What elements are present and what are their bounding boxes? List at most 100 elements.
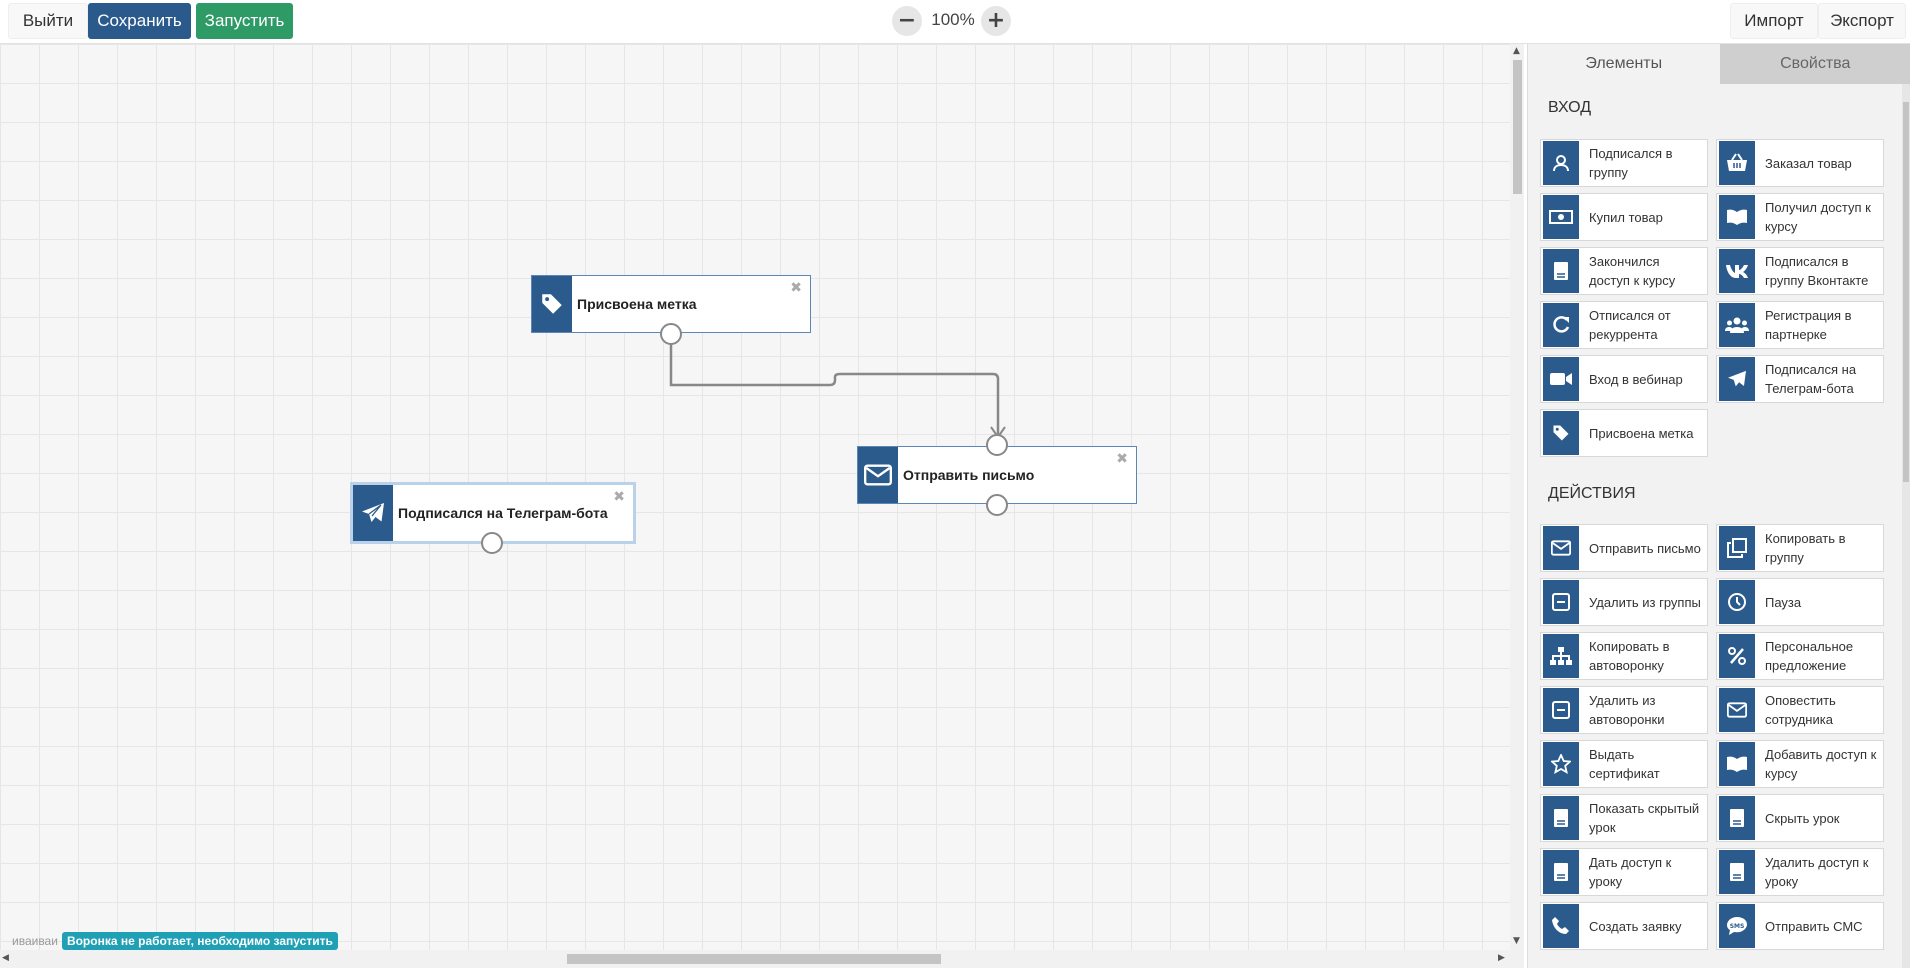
- panel-item-label: Пауза: [1765, 594, 1802, 610]
- funnel-name: иваиваи: [12, 934, 58, 948]
- envelope-icon: [1543, 526, 1579, 570]
- panel-item[interactable]: Удалить доступ к уроку: [1716, 848, 1884, 896]
- panel-item-label: Персональное предложение: [1765, 639, 1854, 673]
- scroll-right-icon[interactable]: ▶: [1498, 953, 1505, 963]
- percent-icon: [1719, 634, 1755, 678]
- panel-item[interactable]: Создать заявку: [1540, 902, 1708, 950]
- panel-item[interactable]: Оповестить сотрудника: [1716, 686, 1884, 734]
- node-close-button[interactable]: ✖: [613, 489, 625, 505]
- panel-item[interactable]: Купил товар: [1540, 193, 1708, 241]
- panel-item[interactable]: Удалить из автоворонки: [1540, 686, 1708, 734]
- panel-item-label: Подписался в группу: [1589, 146, 1673, 180]
- panel-item[interactable]: SMS Отправить СМС: [1716, 902, 1884, 950]
- panel-scrollbar[interactable]: [1902, 84, 1910, 968]
- money-icon: [1543, 195, 1579, 239]
- panel-item-label: Дать доступ к уроку: [1589, 855, 1672, 889]
- node-label: Подписался на Телеграм-бота: [398, 505, 608, 521]
- save-button[interactable]: Сохранить: [88, 3, 191, 39]
- panel-item[interactable]: Заказал товар: [1716, 139, 1884, 187]
- panel-item[interactable]: Закончился доступ к курсу: [1540, 247, 1708, 295]
- panel-item[interactable]: Подписался на Телеграм-бота: [1716, 355, 1884, 403]
- tag-icon: [1543, 411, 1579, 455]
- node-output-port[interactable]: [660, 323, 682, 345]
- scrollbar-thumb[interactable]: [1513, 60, 1522, 194]
- exit-button[interactable]: Выйти: [8, 3, 88, 39]
- panel-item-label: Закончился доступ к курсу: [1589, 254, 1676, 288]
- scrollbar-thumb[interactable]: [1903, 102, 1909, 482]
- node-close-button[interactable]: ✖: [1116, 451, 1128, 467]
- panel-item[interactable]: Вход в вебинар: [1540, 355, 1708, 403]
- import-button[interactable]: Импорт: [1730, 3, 1818, 39]
- panel-item[interactable]: Персональное предложение: [1716, 632, 1884, 680]
- phone-icon: [1543, 904, 1579, 948]
- node-output-port[interactable]: [986, 494, 1008, 516]
- scroll-down-icon[interactable]: ▼: [1513, 936, 1520, 946]
- connection-layer: [669, 334, 1006, 439]
- refresh-icon: [1543, 303, 1579, 347]
- node-output-port[interactable]: [481, 532, 503, 554]
- elements-panel: Элементы Свойства ВХОД Подписался в груп…: [1527, 44, 1910, 968]
- panel-item[interactable]: Копировать в группу: [1716, 524, 1884, 572]
- tag-icon: [532, 276, 572, 332]
- funnel-canvas[interactable]: Присвоена метка ✖ Отправить письмо ✖ Под…: [0, 44, 1510, 968]
- panel-item[interactable]: Подписался в группу: [1540, 139, 1708, 187]
- panel-item[interactable]: Подписался в группу Вконтакте: [1716, 247, 1884, 295]
- node-close-button[interactable]: ✖: [790, 280, 802, 296]
- scroll-left-icon[interactable]: ◀: [2, 953, 9, 963]
- lesson-icon: [1543, 850, 1579, 894]
- envelope-icon: [1719, 688, 1755, 732]
- scroll-up-icon[interactable]: ▲: [1513, 46, 1520, 56]
- panel-item[interactable]: Выдать сертификат: [1540, 740, 1708, 788]
- envelope-icon: [858, 447, 898, 503]
- panel-item[interactable]: Получил доступ к курсу: [1716, 193, 1884, 241]
- zoom-out-button[interactable]: −: [892, 6, 922, 36]
- panel-item[interactable]: Скрыть урок: [1716, 794, 1884, 842]
- funnel-status-bar: иваиваи Воронка не работает, необходимо …: [12, 932, 338, 950]
- panel-item[interactable]: Регистрация в партнерке: [1716, 301, 1884, 349]
- export-button[interactable]: Экспорт: [1818, 3, 1906, 39]
- panel-item-label: Удалить доступ к уроку: [1765, 855, 1869, 889]
- panel-item[interactable]: Добавить доступ к курсу: [1716, 740, 1884, 788]
- clock-icon: [1719, 580, 1755, 624]
- top-toolbar: Выйти Сохранить Запустить − 100% + Импор…: [0, 0, 1910, 44]
- panel-tabs: Элементы Свойства: [1528, 44, 1910, 84]
- panel-item-label: Купил товар: [1589, 209, 1663, 225]
- panel-item[interactable]: Отправить письмо: [1540, 524, 1708, 572]
- connection-line[interactable]: [669, 334, 1000, 434]
- zoom-in-button[interactable]: +: [981, 6, 1011, 36]
- copy-icon: [1719, 526, 1755, 570]
- panel-item-label: Получил доступ к курсу: [1765, 200, 1871, 234]
- book-icon: [1719, 195, 1755, 239]
- canvas-horizontal-scrollbar[interactable]: ◀ ▶: [0, 950, 1510, 968]
- panel-item[interactable]: Копировать в автоворонку: [1540, 632, 1708, 680]
- panel-item-label: Оповестить сотрудника: [1765, 693, 1836, 727]
- canvas-vertical-scrollbar[interactable]: ▲ ▼: [1510, 44, 1524, 968]
- book-icon: [1719, 742, 1755, 786]
- panel-item[interactable]: Удалить из группы: [1540, 578, 1708, 626]
- panel-item[interactable]: Отписался от рекуррента: [1540, 301, 1708, 349]
- tab-elements[interactable]: Элементы: [1528, 44, 1720, 84]
- lesson-icon: [1719, 796, 1755, 840]
- telegram-icon: [353, 485, 393, 541]
- panel-item[interactable]: Пауза: [1716, 578, 1884, 626]
- panel-item-label: Удалить из автоворонки: [1589, 693, 1665, 727]
- user-icon: [1543, 141, 1579, 185]
- zoom-level: 100%: [931, 10, 975, 29]
- status-badge: Воронка не работает, необходимо запустит…: [61, 932, 338, 950]
- lesson-icon: [1719, 850, 1755, 894]
- panel-item[interactable]: Присвоена метка: [1540, 409, 1708, 457]
- panel-item[interactable]: Дать доступ к уроку: [1540, 848, 1708, 896]
- node-input-port[interactable]: [986, 434, 1008, 456]
- sms-icon: SMS: [1719, 904, 1755, 948]
- tab-properties[interactable]: Свойства: [1719, 44, 1910, 84]
- section-title-actions: ДЕЙСТВИЯ: [1548, 485, 1636, 502]
- panel-item-label: Отправить СМС: [1765, 918, 1863, 934]
- panel-item-label: Регистрация в партнерке: [1765, 308, 1852, 342]
- run-button[interactable]: Запустить: [196, 3, 293, 39]
- panel-item-label: Выдать сертификат: [1589, 747, 1660, 781]
- panel-item[interactable]: Показать скрытый урок: [1540, 794, 1708, 842]
- panel-item-label: Отправить письмо: [1589, 540, 1701, 556]
- panel-item-label: Подписался в группу Вконтакте: [1765, 254, 1869, 288]
- node-label: Присвоена метка: [577, 296, 697, 312]
- scrollbar-thumb[interactable]: [567, 954, 941, 964]
